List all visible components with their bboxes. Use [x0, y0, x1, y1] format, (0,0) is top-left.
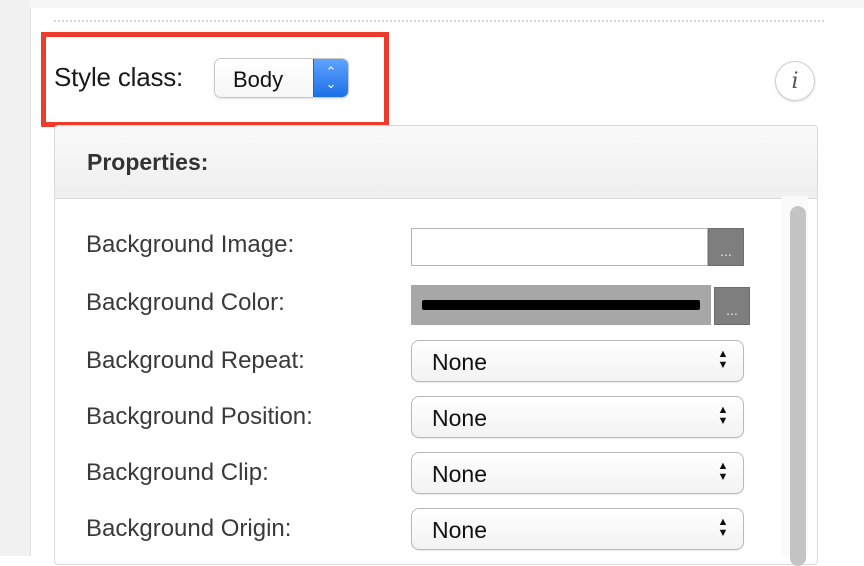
background-clip-value: None: [432, 461, 487, 487]
background-clip-label: Background Clip:: [86, 459, 269, 486]
background-color-swatch: [422, 300, 700, 310]
background-position-select[interactable]: None ▲ ▼: [411, 396, 744, 438]
ellipsis-icon: ...: [726, 302, 738, 318]
properties-panel-header: Properties:: [55, 126, 817, 199]
style-class-select[interactable]: Body ⌃ ⌄: [214, 58, 349, 98]
style-class-label: Style class:: [54, 62, 184, 92]
background-color-label: Background Color:: [86, 289, 285, 316]
ellipsis-icon: ...: [720, 243, 732, 259]
background-position-value: None: [432, 405, 487, 431]
dotted-divider: [54, 20, 824, 22]
background-origin-value: None: [432, 517, 487, 543]
info-icon: i: [791, 68, 799, 94]
background-origin-label: Background Origin:: [86, 515, 292, 542]
top-frame-edge: [30, 0, 864, 8]
background-image-input[interactable]: [411, 228, 708, 266]
background-image-label: Background Image:: [86, 231, 295, 258]
properties-title: Properties:: [87, 149, 209, 175]
background-repeat-label: Background Repeat:: [86, 347, 305, 374]
panel-scrollbar-thumb[interactable]: [790, 206, 806, 566]
select-arrows-icon: ▲ ▼: [717, 348, 729, 371]
style-class-selected-value: Body: [233, 67, 284, 92]
info-button[interactable]: i: [775, 61, 815, 101]
background-color-field[interactable]: [411, 285, 711, 325]
background-clip-select[interactable]: None ▲ ▼: [411, 452, 744, 494]
left-frame-edge: [0, 0, 31, 556]
background-origin-select[interactable]: None ▲ ▼: [411, 508, 744, 550]
background-image-browse-button[interactable]: ...: [708, 228, 744, 266]
background-color-picker-button[interactable]: ...: [714, 287, 750, 325]
background-position-label: Background Position:: [86, 403, 313, 430]
select-arrows-icon: ▲ ▼: [717, 516, 729, 539]
select-arrows-icon: ▲ ▼: [717, 460, 729, 483]
select-stepper-icon: ⌃ ⌄: [313, 59, 348, 97]
background-repeat-select[interactable]: None ▲ ▼: [411, 340, 744, 382]
select-arrows-icon: ▲ ▼: [717, 404, 729, 427]
background-repeat-value: None: [432, 349, 487, 375]
